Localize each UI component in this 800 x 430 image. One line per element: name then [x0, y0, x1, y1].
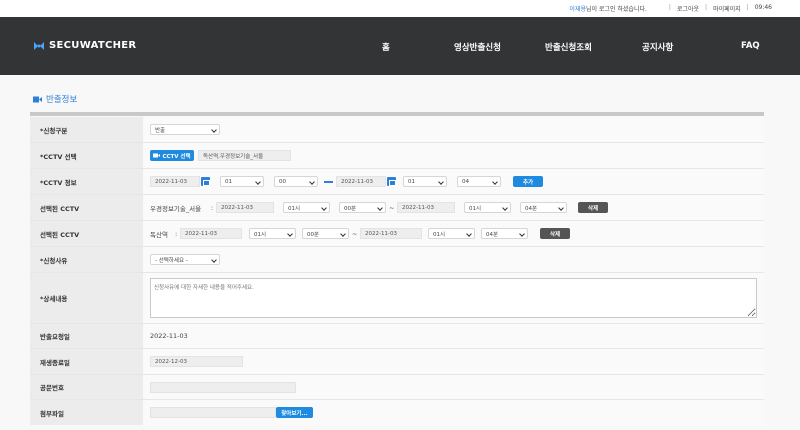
- user-name: 이재용: [569, 6, 586, 13]
- row-request-reason: *신청사유 - 선택하세요 -: [30, 247, 764, 273]
- start-date-input[interactable]: 2022-11-03: [150, 176, 200, 187]
- separator: |: [668, 4, 671, 11]
- row-detail: *상세내용: [30, 273, 764, 324]
- logout-link[interactable]: 로그아웃: [677, 4, 699, 13]
- selected-start-hour[interactable]: 01시: [283, 202, 330, 213]
- row-attachment: 첨부파일 찾아보기...: [30, 400, 764, 425]
- play-end-date-input[interactable]: 2022-12-03: [150, 356, 243, 367]
- separator: |: [746, 4, 749, 11]
- nav-home[interactable]: 홈: [382, 41, 390, 53]
- selected-cctv-name: 독산역: [150, 230, 168, 239]
- label: 재생종료일: [30, 349, 143, 374]
- end-date-input[interactable]: 2022-11-03: [336, 176, 386, 187]
- section-title-text: 반출정보: [46, 95, 78, 105]
- cctv-select-button[interactable]: CCTV 선택: [150, 150, 194, 161]
- start-minute-select[interactable]: 00: [274, 176, 318, 187]
- label: 선택된 CCTV: [30, 221, 143, 246]
- separator: |: [705, 4, 708, 11]
- main-header: SECUWATCHER 홈 영상반출신청 반출신청조회 공지사항 FAQ: [0, 17, 800, 75]
- colon: :: [211, 203, 214, 212]
- selected-cctv-name: 우경정보기술_서울: [150, 204, 202, 213]
- label: *CCTV 정보: [30, 169, 143, 194]
- selected-start-date[interactable]: 2022-11-03: [180, 228, 242, 239]
- row-document-number: 공문번호: [30, 375, 764, 400]
- divider: [30, 112, 764, 116]
- request-type-select[interactable]: 반출: [150, 124, 220, 135]
- camera-icon: [153, 153, 161, 158]
- section-title: 반출정보: [33, 93, 77, 105]
- request-date-value: 2022-11-03: [150, 332, 188, 340]
- export-form: *신청구분 반출 *CCTV 선택 CCTV 선택 독산역,우경정보기술_서울 …: [30, 117, 764, 425]
- selected-start-minute[interactable]: 00분: [339, 202, 386, 213]
- label: *상세내용: [30, 273, 143, 323]
- cctv-select-button-label: CCTV 선택: [162, 153, 191, 160]
- clock: 09:46: [754, 4, 772, 11]
- video-camera-icon: [33, 96, 42, 102]
- nav-notice[interactable]: 공지사항: [642, 41, 673, 53]
- calendar-icon[interactable]: [387, 177, 396, 186]
- document-number-input[interactable]: [150, 381, 296, 393]
- main-nav: 홈 영상반출신청 반출신청조회 공지사항 FAQ: [0, 41, 800, 53]
- label: 선택된 CCTV: [30, 195, 143, 220]
- tilde: ~: [352, 229, 358, 238]
- colon: :: [175, 229, 178, 238]
- row-cctv-info: *CCTV 정보 2022-11-03 01 00 2022-11-03 01 …: [30, 169, 764, 195]
- row-selected-cctv: 선택된 CCTV 독산역 : 2022-11-03 01시 00분 ~ 2022…: [30, 221, 764, 247]
- selected-end-hour[interactable]: 01시: [464, 202, 511, 213]
- end-hour-select[interactable]: 01: [403, 176, 447, 187]
- mypage-link[interactable]: 마이페이지: [713, 4, 741, 13]
- end-minute-select[interactable]: 04: [457, 176, 501, 187]
- browse-button[interactable]: 찾아보기...: [276, 407, 313, 418]
- delete-button[interactable]: 삭제: [540, 228, 570, 239]
- attachment-file-field[interactable]: [150, 407, 276, 418]
- label: *CCTV 선택: [30, 143, 143, 168]
- label: 공문번호: [30, 375, 143, 399]
- label: *신청사유: [30, 247, 143, 272]
- login-greeting: 님이 로그인 하셨습니다.: [585, 6, 647, 13]
- row-selected-cctv: 선택된 CCTV 우경정보기술_서울 : 2022-11-03 01시 00분 …: [30, 195, 764, 221]
- row-request-type: *신청구분 반출: [30, 117, 764, 143]
- label: 첨부파일: [30, 400, 143, 425]
- row-request-date: 반출요청일 2022-11-03: [30, 324, 764, 349]
- cctv-selected-field[interactable]: 독산역,우경정보기술_서울: [198, 150, 291, 161]
- selected-end-minute[interactable]: 04분: [481, 228, 528, 239]
- delete-button[interactable]: 삭제: [578, 202, 608, 213]
- detail-textarea[interactable]: [150, 278, 757, 318]
- nav-request-inquiry[interactable]: 반출신청조회: [545, 41, 592, 53]
- calendar-icon[interactable]: [201, 177, 210, 186]
- row-play-end-date: 재생종료일 2022-12-03: [30, 349, 764, 375]
- selected-end-hour[interactable]: 01시: [428, 228, 475, 239]
- request-reason-select[interactable]: - 선택하세요 -: [150, 254, 220, 265]
- label: *신청구분: [30, 117, 143, 142]
- selected-end-date[interactable]: 2022-11-03: [360, 228, 422, 239]
- selected-end-date[interactable]: 2022-11-03: [397, 202, 455, 213]
- nav-faq[interactable]: FAQ: [741, 41, 760, 51]
- row-cctv-select: *CCTV 선택 CCTV 선택 독산역,우경정보기술_서울: [30, 143, 764, 169]
- start-hour-select[interactable]: 01: [220, 176, 264, 187]
- selected-end-minute[interactable]: 04분: [520, 202, 567, 213]
- label: 반출요청일: [30, 324, 143, 348]
- selected-start-hour[interactable]: 01시: [249, 228, 296, 239]
- selected-start-date[interactable]: 2022-11-03: [216, 202, 274, 213]
- tilde: ~: [389, 203, 395, 212]
- content-area: 반출정보 *신청구분 반출 *CCTV 선택 CCTV 선택 독산역,우경정보기…: [0, 75, 800, 430]
- top-utility-bar: 이재용 님이 로그인 하셨습니다. | 로그아웃 | 마이페이지 | 09:46: [0, 0, 800, 17]
- selected-start-minute[interactable]: 00분: [302, 228, 349, 239]
- range-dash: [324, 180, 333, 183]
- nav-export-request[interactable]: 영상반출신청: [454, 41, 501, 53]
- add-button[interactable]: 추가: [513, 176, 543, 187]
- user-menu: 이재용 님이 로그인 하셨습니다. | 로그아웃 | 마이페이지 | 09:46: [569, 4, 772, 13]
